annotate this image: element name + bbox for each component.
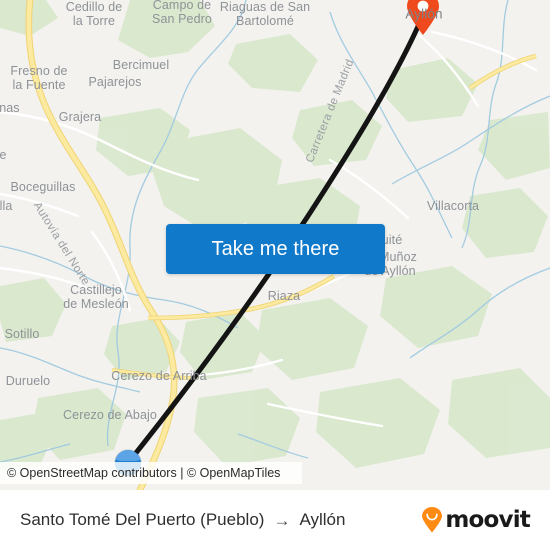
arrow-right-icon: →: [273, 510, 291, 530]
moovit-wordmark: moovit: [445, 507, 530, 533]
map-canvas[interactable]: Cedillo de la Torre Campo de San Pedro R…: [0, 0, 550, 490]
route-origin-label: Santo Tomé Del Puerto (Pueblo): [20, 510, 265, 529]
route-destination-label: Ayllón: [299, 510, 346, 529]
map-route-preview: Cedillo de la Torre Campo de San Pedro R…: [0, 0, 550, 550]
attribution-separator: |: [176, 466, 187, 480]
map-attribution: © OpenStreetMap contributors | © OpenMap…: [0, 462, 302, 484]
origin-marker-highlight: [115, 450, 141, 461]
bottom-bar: Santo Tomé Del Puerto (Pueblo) → Ayllón …: [0, 490, 550, 550]
moovit-logo[interactable]: moovit: [421, 507, 531, 533]
destination-pin-icon[interactable]: [406, 0, 440, 36]
moovit-pin-icon: [422, 507, 443, 533]
take-me-there-button[interactable]: Take me there: [166, 224, 385, 274]
route-summary: Santo Tomé Del Puerto (Pueblo) → Ayllón: [20, 510, 345, 530]
attribution-openstreetmap-link[interactable]: © OpenStreetMap contributors: [7, 466, 177, 480]
attribution-openmaptiles-link[interactable]: © OpenMapTiles: [187, 466, 281, 480]
